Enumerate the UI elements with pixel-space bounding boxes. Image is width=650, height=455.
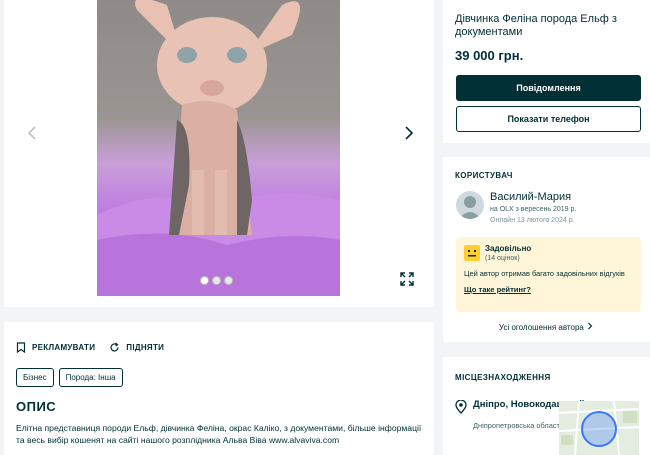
photo-dot[interactable] xyxy=(224,276,233,285)
location-map[interactable] xyxy=(559,401,639,455)
refresh-icon xyxy=(110,342,119,352)
raise-button[interactable]: ПІДНЯТИ xyxy=(109,342,164,353)
description-heading: ОПИС xyxy=(16,399,57,414)
promote-button[interactable]: РЕКЛАМУВАТИ xyxy=(16,342,95,353)
show-phone-button[interactable]: Показати телефон xyxy=(456,106,641,132)
map-pin-icon xyxy=(455,400,467,414)
next-photo-button[interactable] xyxy=(399,124,417,142)
neutral-face-icon xyxy=(464,245,480,261)
rating-text: Цей автор отримав багато задовільних від… xyxy=(464,269,625,278)
bookmark-icon xyxy=(16,342,26,353)
prev-photo-button[interactable] xyxy=(24,124,42,142)
avatar[interactable] xyxy=(456,191,484,219)
location-section-label: МІСЦЕЗНАХОДЖЕННЯ xyxy=(455,373,551,382)
photo-dot[interactable] xyxy=(212,276,221,285)
listing-title: Дівчинка Феліна порода Ельф з документам… xyxy=(455,13,617,38)
description-card: РЕКЛАМУВАТИ ПІДНЯТИ Бізнес Порода: Інша … xyxy=(4,322,434,455)
raise-label: ПІДНЯТИ xyxy=(126,343,165,352)
user-name[interactable]: Василий-Мария xyxy=(490,191,571,203)
tags-list: Бізнес Порода: Інша xyxy=(16,368,123,387)
user-since: на OLX з вересень 2019 р. xyxy=(490,206,577,213)
chevron-right-icon xyxy=(588,322,593,330)
photo-dot[interactable] xyxy=(200,276,209,285)
promote-label: РЕКЛАМУВАТИ xyxy=(32,343,96,352)
tag-breed[interactable]: Порода: Інша xyxy=(58,368,123,387)
fullscreen-button[interactable] xyxy=(399,271,415,287)
rating-count: (14 оцінок) xyxy=(485,255,520,262)
chevron-right-icon xyxy=(405,126,414,140)
listing-price: 39 000 грн. xyxy=(455,48,524,63)
description-text: Елітна представниця породи Ельф, дівчинк… xyxy=(16,423,422,445)
photo-pagination xyxy=(200,276,233,285)
expand-icon xyxy=(400,272,414,286)
user-online: Онлайн 13 лютого 2024 р. xyxy=(490,217,575,224)
all-ads-link[interactable]: Усі оголошення автора xyxy=(443,322,650,332)
user-card: КОРИСТУВАЧ Василий-Мария на OLX з вересе… xyxy=(443,157,650,342)
all-ads-label: Усі оголошення автора xyxy=(498,323,584,332)
location-card: МІСЦЕЗНАХОДЖЕННЯ Дніпро, Новокодацький Д… xyxy=(443,357,650,455)
image-gallery xyxy=(4,0,434,307)
message-button[interactable]: Повідомлення xyxy=(456,75,641,101)
user-section-label: КОРИСТУВАЧ xyxy=(455,171,513,180)
location-region: Дніпропетровська область xyxy=(473,421,564,430)
cat-photo-illustration xyxy=(97,0,340,296)
tag-business[interactable]: Бізнес xyxy=(16,368,54,387)
listing-card: Дівчинка Феліна порода Ельф з документам… xyxy=(443,0,650,143)
rating-info-link[interactable]: Що таке рейтинг? xyxy=(464,285,531,294)
user-avatar-icon xyxy=(459,196,481,219)
map-illustration xyxy=(559,401,639,455)
chevron-left-icon xyxy=(27,126,36,140)
rating-box: Задовільно (14 оцінок) Цей автор отримав… xyxy=(456,237,641,312)
listing-photo[interactable] xyxy=(97,0,340,296)
ad-actions: РЕКЛАМУВАТИ ПІДНЯТИ xyxy=(16,342,164,353)
rating-label: Задовільно xyxy=(485,244,532,253)
